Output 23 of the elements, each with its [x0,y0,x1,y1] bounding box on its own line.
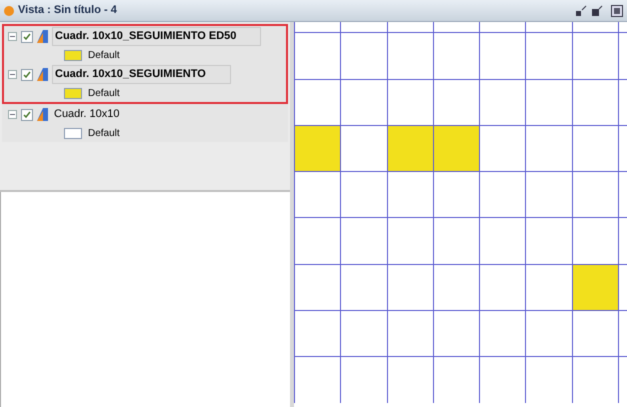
legend-label: Default [88,127,120,141]
legend-label: Default [88,49,120,63]
layer-icon [37,108,48,121]
layer-name[interactable]: Cuadr. 10x10_SEGUIMIENTO ED50 [52,27,262,46]
close-icon[interactable] [611,4,623,16]
layer-name[interactable]: Cuadr. 10x10_SEGUIMIENTO [52,65,231,84]
maximize-icon[interactable] [591,4,603,16]
collapse-icon[interactable] [8,32,17,41]
check-icon [23,110,31,118]
collapse-icon[interactable] [8,110,17,119]
window-title: Vista : Sin título - 4 [18,3,117,18]
check-icon [23,32,31,40]
view-icon [4,6,14,16]
collapse-icon[interactable] [8,70,17,79]
layer-name[interactable]: Cuadr. 10x10 [52,106,122,123]
layer-icon [37,68,48,81]
legend-label: Default [88,87,120,101]
layer-checkbox[interactable] [21,108,33,120]
layer-checkbox[interactable] [21,30,33,42]
layer-icon [37,30,48,43]
minimize-icon[interactable] [575,4,587,16]
check-icon [23,70,31,78]
layer-checkbox[interactable] [21,68,33,80]
